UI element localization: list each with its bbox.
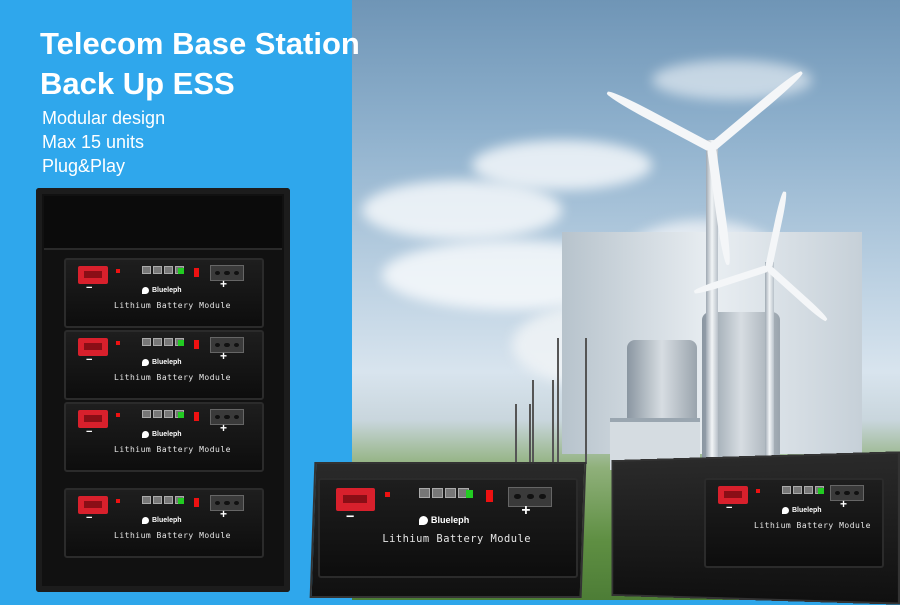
power-switch xyxy=(486,490,493,503)
plus-symbol: + xyxy=(220,421,228,435)
plus-symbol: + xyxy=(220,507,228,521)
rj45-port xyxy=(164,410,173,418)
rj45-port xyxy=(793,486,802,494)
rj45-port xyxy=(142,338,151,346)
rj45-port xyxy=(153,266,162,274)
brand-name: Blueleph xyxy=(152,359,182,366)
rj45-port xyxy=(153,338,162,346)
minus-symbol: − xyxy=(86,426,93,438)
brand-logo: Blueleph xyxy=(142,287,182,294)
minus-symbol: − xyxy=(346,508,355,525)
cloud xyxy=(472,140,652,190)
module-label: Lithium Battery Module xyxy=(754,521,871,530)
brand-logo: Blueleph xyxy=(142,517,182,524)
battery-module-front: − + Blueleph Lithium Battery Module xyxy=(318,478,578,578)
negative-terminal xyxy=(718,486,748,504)
battery-module-angled-front: − + Blueleph Lithium Battery Module xyxy=(704,478,884,568)
headline-line2: Back Up ESS xyxy=(40,66,235,101)
rj45-port xyxy=(142,410,151,418)
transmission-pylon xyxy=(557,338,587,464)
brand-name: Blueleph xyxy=(152,287,182,294)
minus-symbol: − xyxy=(726,502,733,514)
power-switch xyxy=(194,268,199,277)
status-led xyxy=(116,341,120,345)
minus-symbol: − xyxy=(86,354,93,366)
plus-symbol: + xyxy=(220,349,228,363)
rack-battery-module: − + Blueleph Lithium Battery Module xyxy=(64,258,264,328)
status-led xyxy=(756,489,760,493)
negative-terminal xyxy=(78,338,108,356)
status-led xyxy=(178,498,184,504)
brand-logo: Blueleph xyxy=(142,359,182,366)
brand-logo: Blueleph xyxy=(782,507,822,514)
power-switch xyxy=(194,340,199,349)
headline-line1: Telecom Base Station xyxy=(40,26,360,61)
status-led xyxy=(116,413,120,417)
rj45-port xyxy=(164,338,173,346)
feature-item: Modular design xyxy=(42,108,166,128)
rj45-port xyxy=(804,486,813,494)
rj45-port xyxy=(153,410,162,418)
power-switch xyxy=(194,412,199,421)
rj45-port xyxy=(142,496,151,504)
rj45-port xyxy=(164,266,173,274)
minus-symbol: − xyxy=(86,512,93,524)
brand-name: Blueleph xyxy=(430,515,470,526)
status-led xyxy=(178,412,184,418)
elephant-logo-icon xyxy=(142,359,149,366)
brand-logo: Blueleph xyxy=(418,515,470,526)
negative-terminal xyxy=(78,496,108,514)
negative-terminal xyxy=(78,266,108,284)
elephant-logo-icon xyxy=(142,287,149,294)
headline: Telecom Base Station Back Up ESS xyxy=(40,24,360,104)
module-label: Lithium Battery Module xyxy=(382,533,532,546)
rj45-port xyxy=(153,496,162,504)
module-label: Lithium Battery Module xyxy=(114,373,231,382)
negative-terminal xyxy=(78,410,108,428)
plus-symbol: + xyxy=(220,277,228,291)
minus-symbol: − xyxy=(86,282,93,294)
status-led xyxy=(116,499,120,503)
rack-battery-module: − + Blueleph Lithium Battery Module xyxy=(64,330,264,400)
rj45-port xyxy=(164,496,173,504)
elephant-logo-icon xyxy=(142,431,149,438)
rj45-port xyxy=(418,487,430,498)
status-led xyxy=(818,488,824,494)
feature-item: Max 15 units xyxy=(42,132,145,152)
rack-top-slot xyxy=(44,196,282,250)
status-led xyxy=(116,269,120,273)
module-label: Lithium Battery Module xyxy=(114,301,231,310)
negative-terminal xyxy=(335,487,375,512)
power-switch xyxy=(194,498,199,507)
brand-name: Blueleph xyxy=(152,431,182,438)
wind-turbine-tower xyxy=(765,262,774,462)
rack-battery-module: − + Blueleph Lithium Battery Module xyxy=(64,402,264,472)
module-label: Lithium Battery Module xyxy=(114,445,231,454)
elephant-logo-icon xyxy=(418,515,428,525)
rj45-port xyxy=(782,486,791,494)
cloud xyxy=(362,180,562,240)
plus-symbol: + xyxy=(840,497,848,511)
brand-name: Blueleph xyxy=(152,517,182,524)
rack-battery-module: − + Blueleph Lithium Battery Module xyxy=(64,488,264,558)
brand-logo: Blueleph xyxy=(142,431,182,438)
rj45-port xyxy=(142,266,151,274)
status-led xyxy=(178,268,184,274)
brand-name: Blueleph xyxy=(792,507,822,514)
rj45-port xyxy=(444,487,457,498)
transmission-pylon xyxy=(515,404,531,464)
status-led xyxy=(465,490,474,499)
feature-item: Plug&Play xyxy=(42,156,126,176)
status-led xyxy=(178,340,184,346)
elephant-logo-icon xyxy=(782,507,789,514)
status-led xyxy=(385,491,391,497)
plus-symbol: + xyxy=(521,502,531,520)
rj45-port xyxy=(431,487,443,498)
feature-list: Modular design Max 15 units Plug&Play xyxy=(42,106,165,178)
communication-ports xyxy=(418,487,470,498)
transmission-pylon xyxy=(532,380,554,464)
elephant-logo-icon xyxy=(142,517,149,524)
module-label: Lithium Battery Module xyxy=(114,531,231,540)
